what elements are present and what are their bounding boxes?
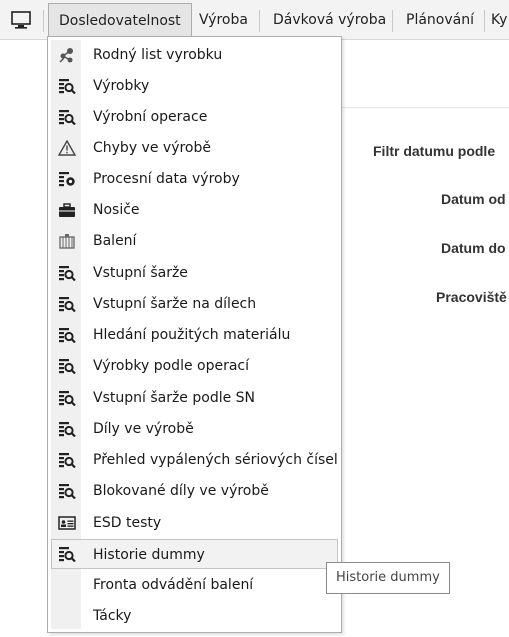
top-menubar: Dosledovatelnost Výroba Dávková výroba P… bbox=[0, 0, 509, 41]
menu-item-blokovane-dily[interactable]: Blokované díly ve výrobě bbox=[51, 476, 338, 506]
list-search-icon bbox=[58, 358, 76, 375]
list-search-icon bbox=[58, 452, 76, 469]
crate-icon bbox=[58, 233, 76, 249]
workplace-label: Pracoviště bbox=[436, 289, 507, 305]
menu-item-hledani-materialu[interactable]: Hledání použitých materiálu bbox=[51, 320, 338, 350]
menu-item-label: Výrobní operace bbox=[93, 109, 208, 125]
menu-item-label: Výrobky podle operací bbox=[93, 358, 250, 374]
menu-item-label: Chyby ve výrobě bbox=[93, 140, 211, 156]
menu-separator bbox=[43, 10, 44, 32]
menu-item-label: Fronta odvádění balení bbox=[93, 577, 254, 593]
menu-item-label: Historie dummy bbox=[93, 547, 205, 563]
list-search-icon bbox=[58, 390, 76, 407]
tab-planovani[interactable]: Plánování bbox=[396, 2, 484, 38]
menu-item-vstupni-sarze-na-dilech[interactable]: Vstupní šarže na dílech bbox=[51, 289, 338, 319]
menu-item-label: Nosiče bbox=[93, 202, 140, 218]
menu-separator bbox=[484, 10, 485, 32]
menu-item-label: Hledání použitých materiálu bbox=[93, 327, 291, 343]
menu-item-historie-dummy[interactable]: Historie dummy bbox=[51, 539, 338, 569]
menu-item-label: Procesní data výroby bbox=[93, 171, 240, 187]
list-search-icon bbox=[58, 327, 76, 344]
menu-separator bbox=[392, 10, 393, 32]
list-search-icon bbox=[58, 78, 76, 95]
menu-item-vstupni-sarze-podle-sn[interactable]: Vstupní šarže podle SN bbox=[51, 383, 338, 413]
date-from-label: Datum od bbox=[441, 191, 506, 207]
menu-item-label: Vstupní šarže podle SN bbox=[93, 390, 256, 406]
menu-item-esd-testy[interactable]: ESD testy bbox=[51, 508, 338, 538]
menu-item-rodny-list[interactable]: Rodný list vyrobku bbox=[51, 40, 338, 70]
menu-item-dily-ve-vyrobe[interactable]: Díly ve výrobě bbox=[51, 414, 338, 444]
monitor-icon[interactable] bbox=[10, 10, 34, 30]
sitemap-icon bbox=[58, 47, 76, 63]
list-search-icon bbox=[58, 265, 76, 282]
menu-item-chyby-ve-vyrobe[interactable]: Chyby ve výrobě bbox=[51, 133, 338, 163]
list-search-icon bbox=[58, 296, 76, 313]
list-search-icon bbox=[58, 109, 76, 126]
tooltip: Historie dummy bbox=[326, 562, 450, 594]
tab-davkova-vyroba[interactable]: Dávková výroba bbox=[263, 2, 396, 38]
menu-item-label: Blokované díly ve výrobě bbox=[93, 483, 269, 499]
list-search-icon bbox=[58, 483, 76, 500]
filter-title-label: Filtr datumu podle bbox=[373, 143, 496, 159]
dosledovatelnost-dropdown-menu: Rodný list vyrobku Výrobky Výrobní opera… bbox=[47, 36, 342, 633]
menu-item-procesni-data[interactable]: Procesní data výroby bbox=[51, 164, 338, 194]
menu-item-label: Díly ve výrobě bbox=[93, 421, 194, 437]
list-gear-icon bbox=[58, 171, 76, 187]
menu-item-vyrobky[interactable]: Výrobky bbox=[51, 71, 338, 101]
list-search-icon bbox=[58, 421, 76, 438]
menu-item-label: Vstupní šarže bbox=[93, 265, 188, 281]
menu-item-vyrobni-operace[interactable]: Výrobní operace bbox=[51, 102, 338, 132]
menu-item-prehled-serivych-cisel[interactable]: Přehled vypálených sériových čísel bbox=[51, 445, 338, 475]
menu-item-label: Přehled vypálených sériových čísel bbox=[93, 452, 338, 468]
toolbox-icon bbox=[58, 202, 76, 218]
menu-item-vstupni-sarze[interactable]: Vstupní šarže bbox=[51, 258, 338, 288]
menu-item-fronta-odvadeni[interactable]: Fronta odvádění balení bbox=[51, 570, 338, 600]
menu-item-nosice[interactable]: Nosiče bbox=[51, 195, 338, 225]
menu-separator bbox=[259, 10, 260, 32]
id-card-icon bbox=[58, 515, 76, 531]
list-search-icon bbox=[58, 546, 76, 563]
menu-item-label: Tácky bbox=[93, 608, 132, 624]
menu-item-label: ESD testy bbox=[93, 515, 162, 531]
menu-item-tacky[interactable]: Tácky bbox=[51, 601, 338, 631]
tab-vyroba[interactable]: Výroba bbox=[189, 2, 258, 38]
content-divider bbox=[340, 107, 509, 108]
menu-item-label: Výrobky bbox=[93, 78, 150, 94]
menu-item-label: Rodný list vyrobku bbox=[93, 47, 223, 63]
date-to-label: Datum do bbox=[441, 240, 506, 256]
menu-item-baleni[interactable]: Balení bbox=[51, 226, 338, 256]
tab-ky[interactable]: Ky bbox=[489, 2, 509, 38]
warning-icon bbox=[57, 139, 77, 156]
menu-item-vyrobky-podle-operaci[interactable]: Výrobky podle operací bbox=[51, 351, 338, 381]
menu-item-label: Vstupní šarže na dílech bbox=[93, 296, 257, 312]
menu-item-label: Balení bbox=[93, 233, 137, 249]
